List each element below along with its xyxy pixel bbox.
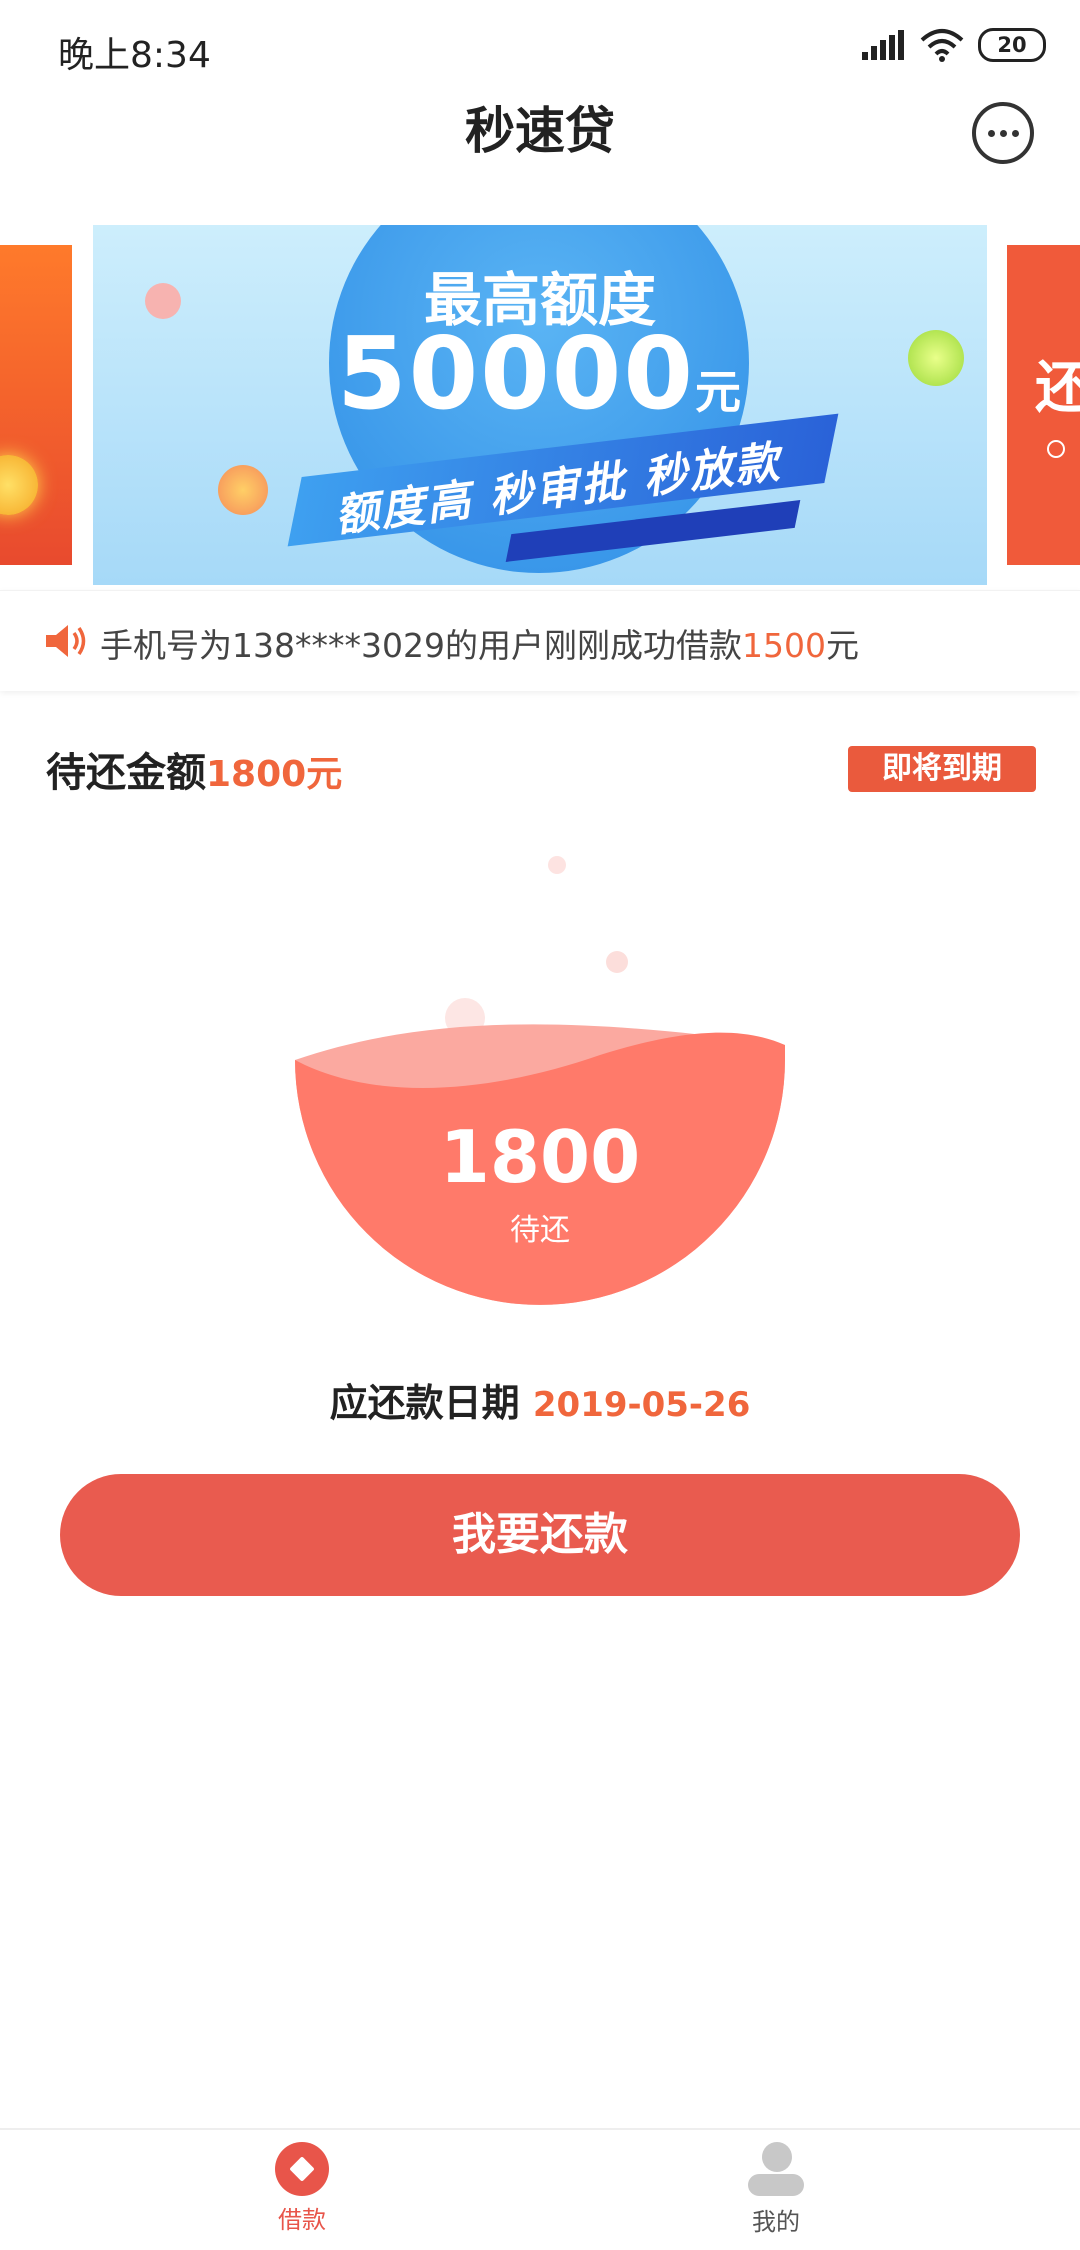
app-header: 秒速贷 [0, 100, 1080, 200]
prev-banner-card[interactable] [0, 245, 72, 565]
chat-bubble-icon[interactable] [972, 102, 1034, 164]
tab-mine[interactable]: 我的 [676, 2142, 876, 2237]
dot [987, 129, 995, 137]
wifi-icon [920, 29, 964, 62]
notice-bar: 手机号为138****3029的用户刚刚成功借款1500元 [0, 590, 1080, 691]
decor-ball [218, 465, 268, 515]
status-badge: 即将到期 [848, 746, 1036, 792]
battery-icon: 20 [978, 28, 1046, 62]
signal-icon [862, 30, 904, 60]
ring-icon [1047, 440, 1065, 458]
due-date: 应还款日期 2019-05-26 [0, 1372, 1080, 1427]
notice-text: 手机号为138****3029的用户刚刚成功借款1500元 [100, 619, 859, 667]
due-amount-row: 待还金额1800元 即将到期 [0, 740, 1080, 800]
due-date-value: 2019-05-26 [532, 1385, 751, 1425]
next-banner-text: 还 [1035, 356, 1080, 421]
status-bar: 晚上8:34 20 [0, 0, 1080, 100]
user-head [762, 2142, 792, 2172]
tab-loan[interactable]: 借款 [202, 2142, 402, 2235]
user-body [748, 2174, 804, 2196]
status-time: 晚上8:34 [58, 35, 211, 76]
banner-amount-unit: 元 [694, 365, 743, 419]
due-amount-label: 待还金额1800元 [46, 740, 342, 798]
repay-button[interactable]: 我要还款 [60, 1474, 1020, 1596]
due-label-text: 待还金额 [46, 750, 206, 796]
notice-amount: 1500 [741, 626, 826, 665]
loan-icon [275, 2142, 329, 2196]
due-amount-value: 1800元 [206, 754, 343, 795]
page-title: 秒速贷 [465, 102, 615, 160]
status-icons: 20 [862, 28, 1046, 62]
bowl-graphic [295, 856, 785, 1305]
notice-prefix: 手机号为138****3029的用户刚刚成功借款 [100, 626, 742, 665]
due-date-label: 应还款日期 [329, 1381, 520, 1425]
notice-suffix: 元 [825, 626, 859, 665]
dot [999, 129, 1007, 137]
dot [1011, 129, 1019, 137]
banner-amount-value: 50000 [337, 315, 695, 432]
tab-mine-label: 我的 [752, 2208, 800, 2236]
banner-carousel[interactable]: 最高额度 50000元 额度高 秒审批 秒放款 还 [0, 225, 1080, 585]
diamond-glyph [289, 2156, 315, 2182]
tab-loan-label: 借款 [278, 2206, 326, 2234]
next-banner-card[interactable]: 还 [1007, 245, 1080, 565]
banner-amount: 50000元 [93, 315, 987, 432]
bottom-tab-bar: 借款 我的 [0, 2128, 1080, 2250]
repayment-bowl: 1800 待还 [240, 830, 840, 1330]
speaker-icon [46, 625, 86, 657]
bowl-caption: 待还 [510, 1213, 570, 1248]
coin-icon [0, 455, 38, 515]
bowl-value: 1800 [439, 1115, 641, 1199]
main-banner[interactable]: 最高额度 50000元 额度高 秒审批 秒放款 [93, 225, 987, 585]
user-icon [746, 2142, 806, 2198]
